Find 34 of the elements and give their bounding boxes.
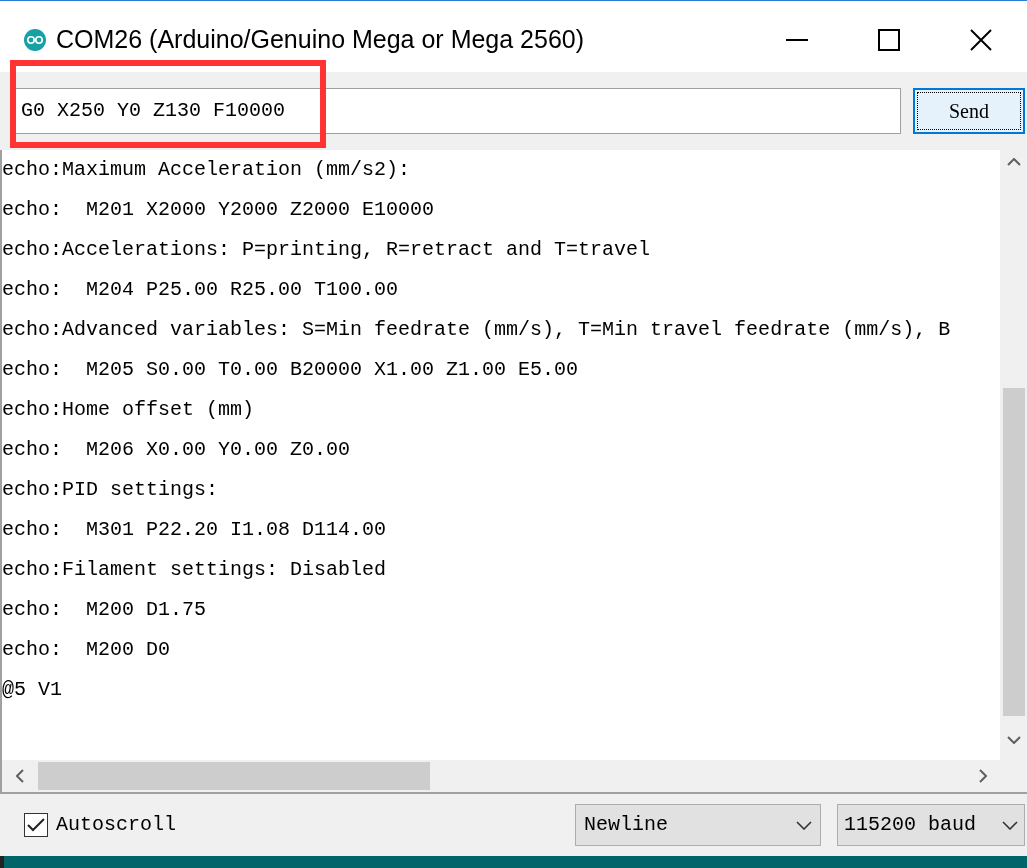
line-ending-dropdown[interactable]: Newline bbox=[575, 804, 821, 846]
console-output-line: echo: M206 X0.00 Y0.00 Z0.00 bbox=[2, 437, 352, 463]
console-output-line: echo:Maximum Acceleration (mm/s2): bbox=[2, 157, 412, 183]
chevron-down-icon bbox=[1002, 820, 1018, 830]
send-button[interactable]: Send bbox=[913, 88, 1025, 134]
console-output-line: echo: M301 P22.20 I1.08 D114.00 bbox=[2, 517, 388, 543]
scroll-left-icon[interactable] bbox=[16, 769, 24, 783]
console-output-line: echo: M200 D0 bbox=[2, 637, 172, 663]
console-output-line: echo: M205 S0.00 T0.00 B20000 X1.00 Z1.00 E5.00 bbox=[2, 357, 580, 383]
arduino-logo-icon bbox=[24, 29, 46, 51]
console-output-line: @5 V1 bbox=[2, 677, 63, 703]
chevron-down-icon bbox=[796, 820, 812, 830]
console-output-line: echo:Advanced variables: S=Min feedrate (mm/s), T=Min travel feedrate (mm/s), B bbox=[2, 317, 952, 343]
window-title: COM26 (Arduino/Genuino Mega or Mega 2560) bbox=[56, 24, 585, 56]
scrollbar-thumb[interactable] bbox=[1002, 388, 1025, 716]
baud-rate-dropdown[interactable]: 115200 baud bbox=[837, 804, 1025, 846]
scroll-right-icon[interactable] bbox=[979, 769, 987, 783]
horizontal-scrollbar[interactable] bbox=[0, 760, 1027, 792]
close-icon bbox=[970, 29, 992, 51]
console-output-line: echo:Accelerations: P=printing, R=retract and T=travel bbox=[2, 237, 652, 263]
scroll-up-icon[interactable] bbox=[1006, 158, 1021, 166]
scroll-down-icon[interactable] bbox=[1006, 736, 1021, 744]
checkmark-icon bbox=[27, 818, 45, 832]
minimize-icon bbox=[786, 39, 808, 41]
console-output-line: echo:Home offset (mm) bbox=[2, 397, 256, 423]
maximize-icon bbox=[878, 29, 900, 51]
scrollbar-thumb[interactable] bbox=[38, 762, 430, 790]
console-output-line: echo: M204 P25.00 R25.00 T100.00 bbox=[2, 277, 400, 303]
console-output-line: echo:PID settings: bbox=[2, 477, 220, 503]
autoscroll-label: Autoscroll bbox=[56, 812, 177, 838]
console-output-line: echo:Filament settings: Disabled bbox=[2, 557, 388, 583]
console-output-line: echo: M201 X2000 Y2000 Z2000 E10000 bbox=[2, 197, 436, 223]
console-output-line: echo: M200 D1.75 bbox=[2, 597, 208, 623]
autoscroll-checkbox[interactable] bbox=[24, 813, 48, 837]
